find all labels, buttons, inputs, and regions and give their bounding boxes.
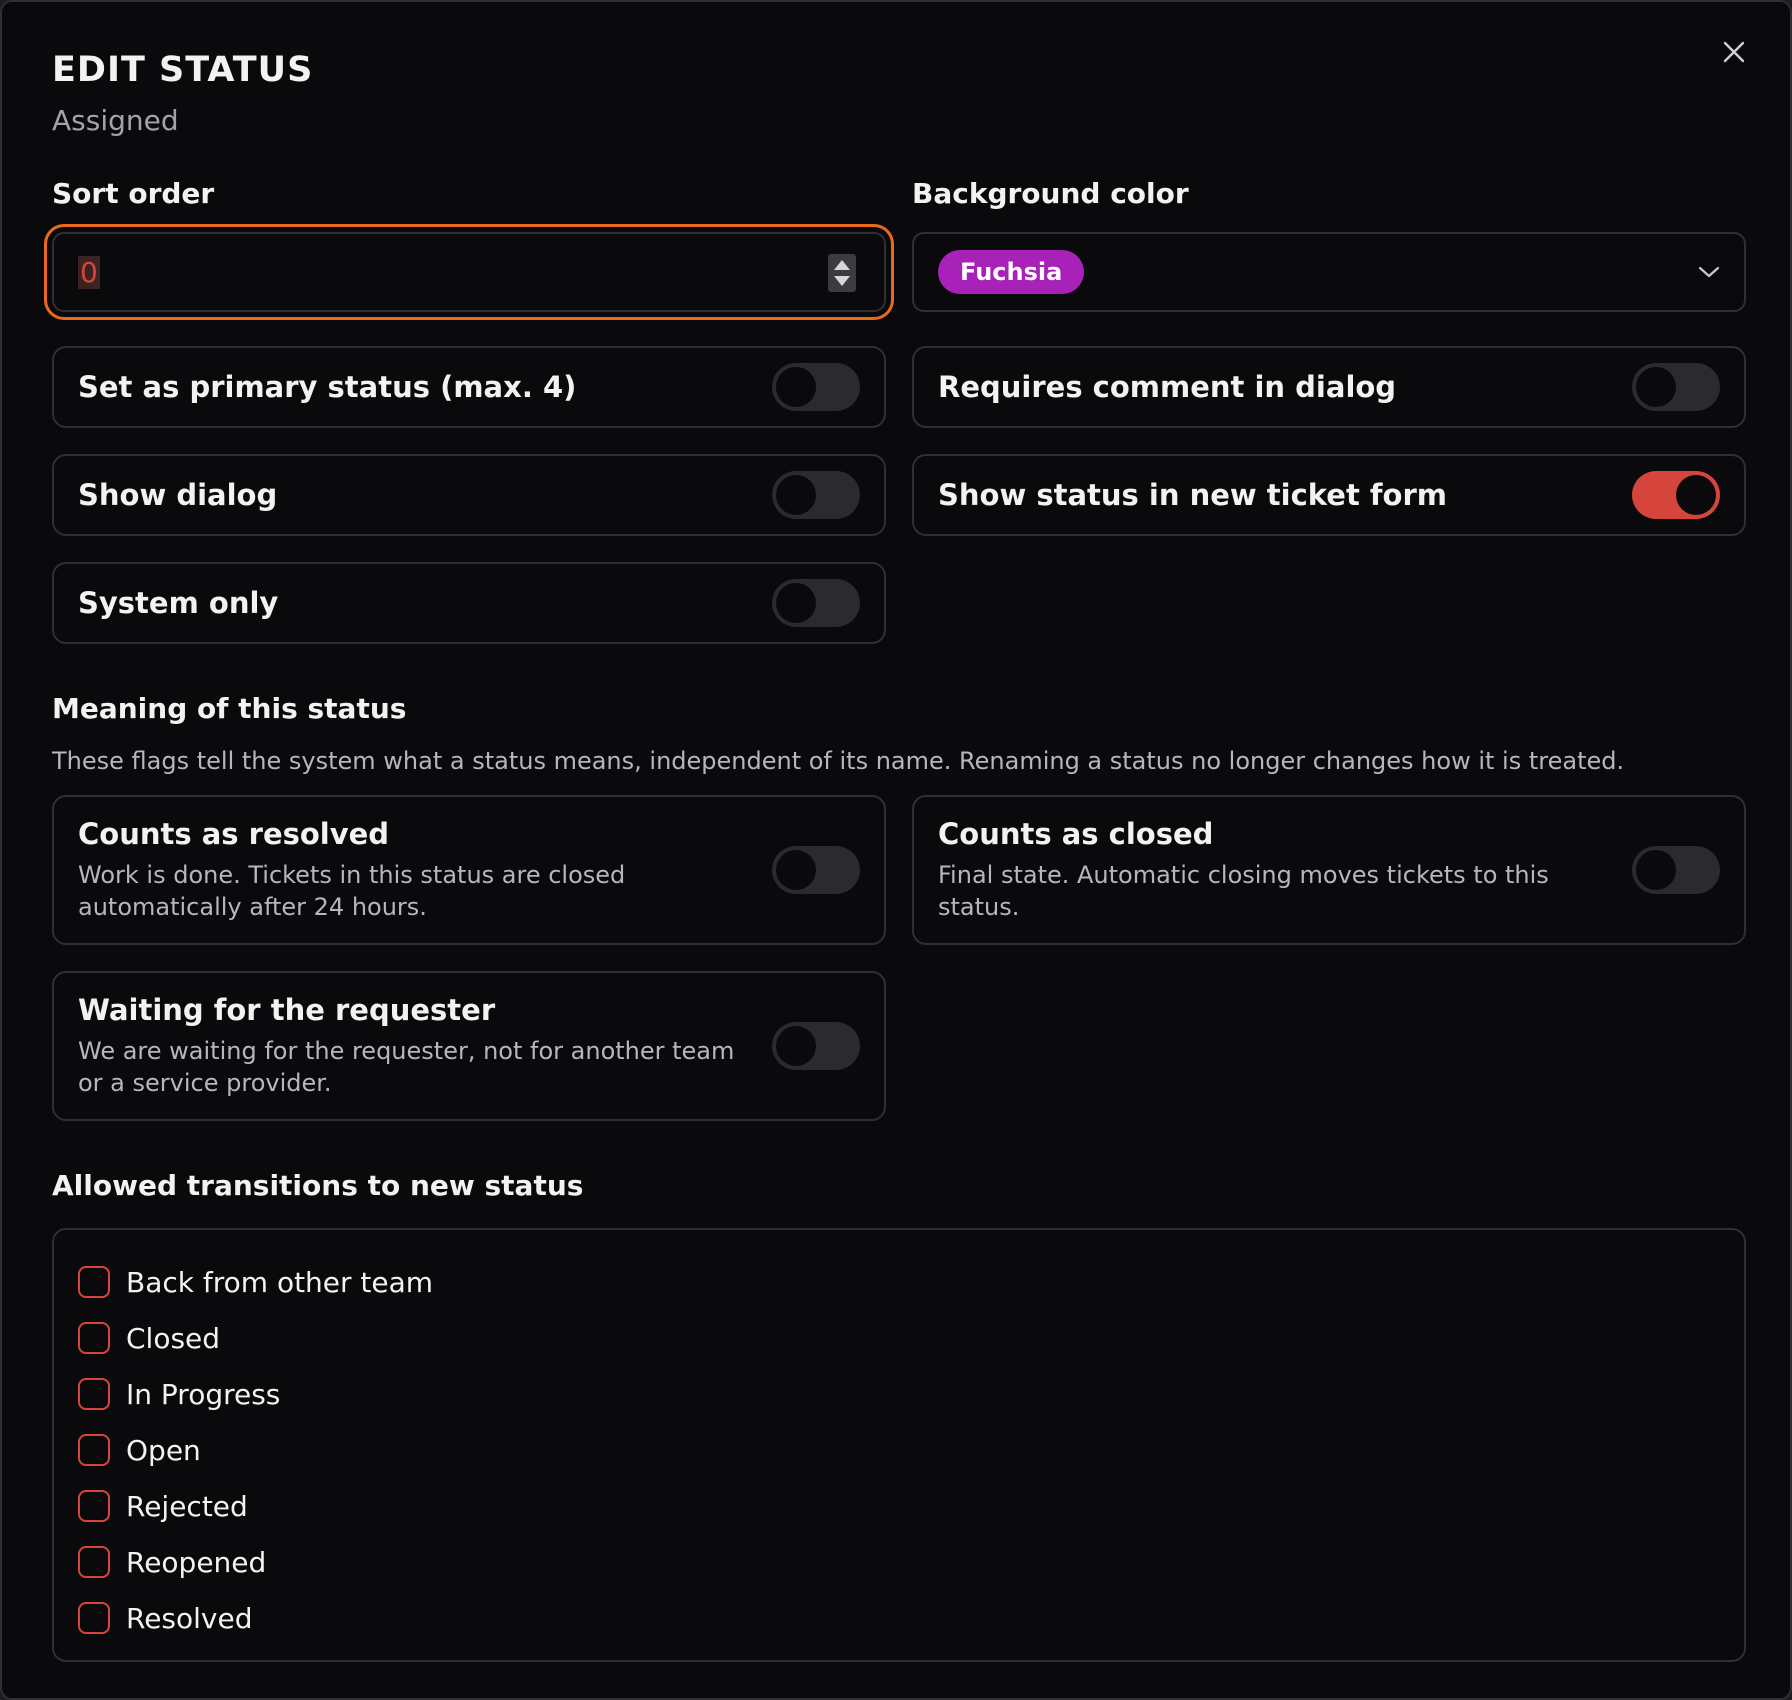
toggle-label: Set as primary status (max. 4) [78, 370, 577, 404]
flag-counts-as-closed: Counts as closed Final state. Automatic … [912, 795, 1746, 945]
dialog-title: EDIT STATUS [52, 50, 314, 90]
transition-checkbox[interactable] [78, 1322, 110, 1354]
transition-item[interactable]: Rejected [78, 1478, 1720, 1534]
edit-status-dialog: EDIT STATUS Assigned Sort order 0 Backgr… [0, 0, 1792, 1700]
dialog-subtitle: Assigned [52, 104, 179, 137]
flag-description: Work is done. Tickets in this status are… [78, 861, 626, 921]
toggle-label: System only [78, 586, 279, 620]
background-color-select[interactable]: Fuchsia [912, 232, 1746, 312]
counts-as-resolved-switch[interactable] [772, 846, 860, 894]
sort-order-value: 0 [78, 255, 100, 289]
flag-title: Counts as closed [938, 817, 1214, 851]
transition-checkbox[interactable] [78, 1266, 110, 1298]
transition-checkbox[interactable] [78, 1378, 110, 1410]
status-toggles: Set as primary status (max. 4) Requires … [52, 346, 1746, 644]
meaning-section-title: Meaning of this status [52, 692, 407, 725]
flag-text: Waiting for the requester We are waiting… [78, 993, 758, 1099]
toggle-system-only: System only [52, 562, 886, 644]
transition-label: Resolved [126, 1601, 253, 1635]
toggle-label: Show dialog [78, 478, 278, 512]
toggle-label: Requires comment in dialog [938, 370, 1397, 404]
close-button[interactable] [1714, 32, 1754, 72]
toggle-requires-comment: Requires comment in dialog [912, 346, 1746, 428]
waiting-for-requester-switch[interactable] [772, 1022, 860, 1070]
background-color-label: Background color [912, 177, 1189, 210]
meaning-flags: Counts as resolved Work is done. Tickets… [52, 795, 1746, 1121]
transition-label: Reopened [126, 1545, 267, 1579]
toggle-label: Show status in new ticket form [938, 478, 1447, 512]
transition-item[interactable]: Open [78, 1422, 1720, 1478]
toggle-show-in-new-ticket-form: Show status in new ticket form [912, 454, 1746, 536]
toggle-primary-status: Set as primary status (max. 4) [52, 346, 886, 428]
close-icon [1723, 41, 1745, 63]
show-dialog-switch[interactable] [772, 471, 860, 519]
show-in-new-ticket-form-switch[interactable] [1632, 471, 1720, 519]
transition-item[interactable]: Reopened [78, 1534, 1720, 1590]
flag-text: Counts as resolved Work is done. Tickets… [78, 817, 758, 923]
primary-status-switch[interactable] [772, 363, 860, 411]
flag-counts-as-resolved: Counts as resolved Work is done. Tickets… [52, 795, 886, 945]
flag-title: Waiting for the requester [78, 993, 496, 1027]
meaning-section-description: These flags tell the system what a statu… [52, 747, 1625, 775]
stepper-up-icon[interactable] [834, 260, 850, 270]
stepper-down-icon[interactable] [834, 276, 850, 286]
counts-as-closed-switch[interactable] [1632, 846, 1720, 894]
flag-description: We are waiting for the requester, not fo… [78, 1037, 735, 1097]
transition-item[interactable]: Closed [78, 1310, 1720, 1366]
transition-label: Rejected [126, 1489, 248, 1523]
flag-waiting-for-requester: Waiting for the requester We are waiting… [52, 971, 886, 1121]
flag-description: Final state. Automatic closing moves tic… [938, 861, 1549, 921]
toggle-show-dialog: Show dialog [52, 454, 886, 536]
transitions-list: Back from other team Closed In Progress … [52, 1228, 1746, 1662]
transition-item[interactable]: Back from other team [78, 1254, 1720, 1310]
sort-order-field: Sort order 0 [52, 137, 886, 312]
flag-text: Counts as closed Final state. Automatic … [938, 817, 1618, 923]
flag-title: Counts as resolved [78, 817, 390, 851]
sort-order-label: Sort order [52, 177, 215, 210]
requires-comment-switch[interactable] [1632, 363, 1720, 411]
transitions-section-title: Allowed transitions to new status [52, 1169, 584, 1202]
transition-label: Open [126, 1433, 201, 1467]
transition-label: Back from other team [126, 1265, 434, 1299]
system-only-switch[interactable] [772, 579, 860, 627]
transition-checkbox[interactable] [78, 1434, 110, 1466]
top-fields: Sort order 0 Background color Fuchsia [52, 137, 1746, 312]
transition-item[interactable]: In Progress [78, 1366, 1720, 1422]
background-color-field: Background color Fuchsia [912, 137, 1746, 312]
transition-checkbox[interactable] [78, 1490, 110, 1522]
transition-checkbox[interactable] [78, 1546, 110, 1578]
color-badge: Fuchsia [938, 250, 1085, 294]
transition-label: Closed [126, 1321, 221, 1355]
chevron-down-icon [1698, 266, 1720, 278]
sort-order-stepper[interactable] [828, 254, 856, 292]
sort-order-input[interactable]: 0 [52, 232, 886, 312]
transition-checkbox[interactable] [78, 1602, 110, 1634]
transition-item[interactable]: Resolved [78, 1590, 1720, 1646]
transition-label: In Progress [126, 1377, 281, 1411]
